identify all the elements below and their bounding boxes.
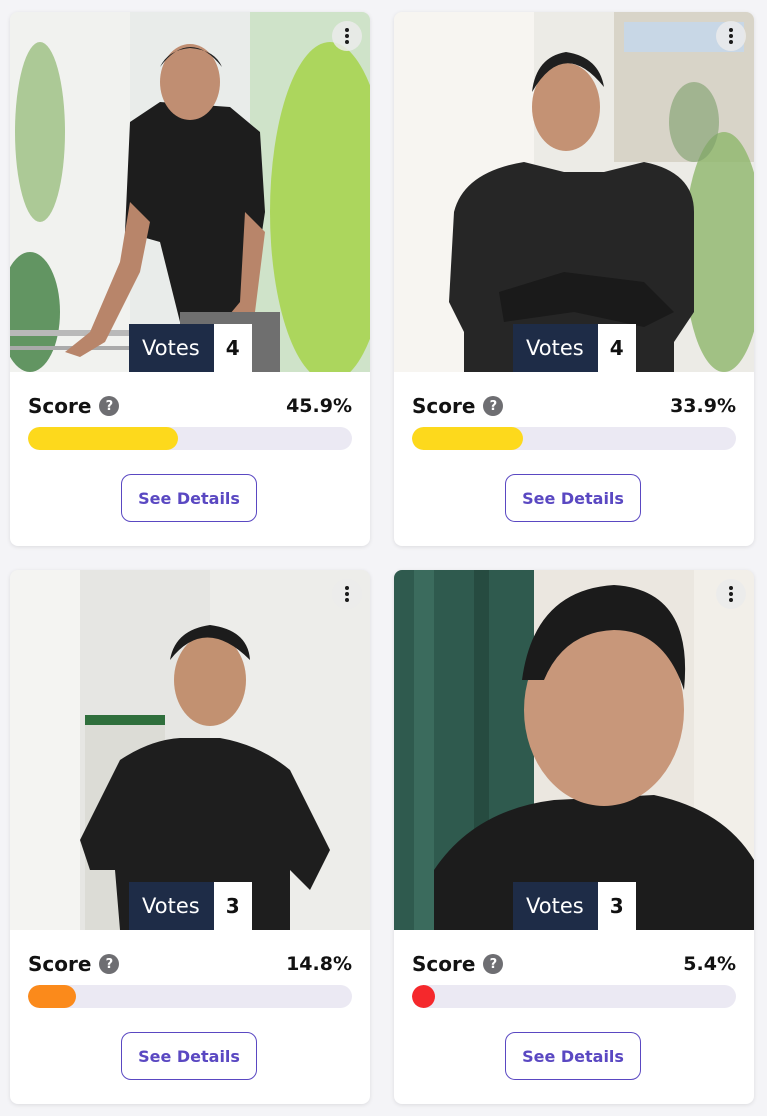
candidate-photo[interactable]: Votes 4 <box>394 12 754 372</box>
question-help-icon[interactable]: ? <box>483 954 504 974</box>
more-options-button[interactable] <box>332 21 362 51</box>
see-details-button[interactable]: See Details <box>121 1032 257 1080</box>
score-label: Score <box>412 394 476 418</box>
kebab-menu-icon <box>345 28 349 44</box>
photo-card-4: Votes 3 Score ? 5.4% See Details <box>394 570 754 1104</box>
score-progress-fill <box>412 427 523 450</box>
score-progress-bar <box>28 985 352 1008</box>
score-progress-bar <box>412 985 736 1008</box>
score-progress-fill <box>28 427 178 450</box>
question-help-icon[interactable]: ? <box>99 396 120 416</box>
candidate-photo[interactable]: Votes 3 <box>394 570 754 930</box>
see-details-button[interactable]: See Details <box>121 474 257 522</box>
score-progress-bar <box>412 427 736 450</box>
score-percentage: 14.8% <box>286 953 352 975</box>
score-label-group: Score ? <box>412 952 504 976</box>
more-options-button[interactable] <box>716 21 746 51</box>
kebab-menu-icon <box>345 586 349 602</box>
votes-count: 4 <box>597 324 636 372</box>
score-label-group: Score ? <box>28 394 120 418</box>
votes-count: 3 <box>597 882 636 930</box>
score-row: Score ? 5.4% <box>412 950 736 978</box>
score-label: Score <box>28 952 92 976</box>
candidate-photo[interactable]: Votes 4 <box>10 12 370 372</box>
score-row: Score ? 14.8% <box>28 950 352 978</box>
votes-badge: Votes 4 <box>513 324 636 372</box>
score-label: Score <box>412 952 476 976</box>
photo-card-3: Votes 3 Score ? 14.8% See Details <box>10 570 370 1104</box>
more-options-button[interactable] <box>716 579 746 609</box>
question-help-icon[interactable]: ? <box>483 396 504 416</box>
score-label-group: Score ? <box>412 394 504 418</box>
votes-badge: Votes 3 <box>513 882 636 930</box>
votes-label: Votes <box>129 324 214 372</box>
votes-count: 4 <box>213 324 252 372</box>
candidate-photo[interactable]: Votes 3 <box>10 570 370 930</box>
score-percentage: 33.9% <box>670 395 736 417</box>
score-label: Score <box>28 394 92 418</box>
see-details-button[interactable]: See Details <box>505 474 641 522</box>
votes-badge: Votes 4 <box>129 324 252 372</box>
see-details-button[interactable]: See Details <box>505 1032 641 1080</box>
votes-badge: Votes 3 <box>129 882 252 930</box>
votes-label: Votes <box>513 882 598 930</box>
score-percentage: 45.9% <box>286 395 352 417</box>
kebab-menu-icon <box>729 586 733 602</box>
score-row: Score ? 45.9% <box>28 392 352 420</box>
score-progress-bar <box>28 427 352 450</box>
score-percentage: 5.4% <box>683 953 736 975</box>
votes-label: Votes <box>513 324 598 372</box>
votes-label: Votes <box>129 882 214 930</box>
score-row: Score ? 33.9% <box>412 392 736 420</box>
photo-card-2: Votes 4 Score ? 33.9% See Details <box>394 12 754 546</box>
question-help-icon[interactable]: ? <box>99 954 120 974</box>
score-progress-fill <box>28 985 76 1008</box>
photo-card-1: Votes 4 Score ? 45.9% See Details <box>10 12 370 546</box>
score-progress-fill <box>412 985 435 1008</box>
kebab-menu-icon <box>729 28 733 44</box>
more-options-button[interactable] <box>332 579 362 609</box>
votes-count: 3 <box>213 882 252 930</box>
score-label-group: Score ? <box>28 952 120 976</box>
